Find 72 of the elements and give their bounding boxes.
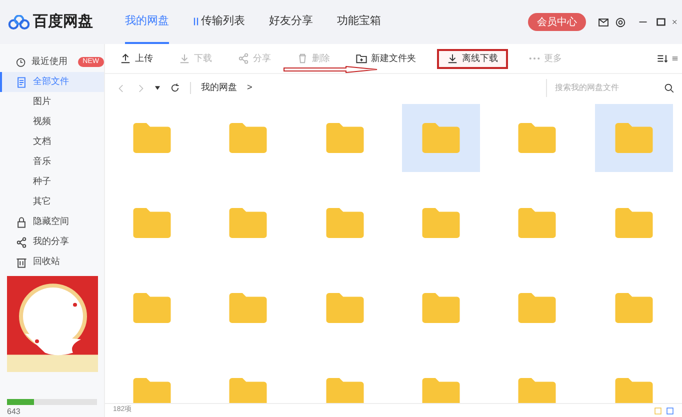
breadcrumb-separator: > bbox=[247, 81, 252, 94]
sidebar-item[interactable]: 其它 bbox=[0, 192, 104, 212]
nav-tab[interactable]: 功能宝箱 bbox=[337, 0, 381, 44]
folder-icon bbox=[133, 123, 171, 153]
toolbar-button[interactable]: 离线下载 bbox=[437, 48, 508, 68]
sidebar-item[interactable]: 视频 bbox=[0, 112, 104, 132]
sidebar-item[interactable]: 隐藏空间 bbox=[0, 212, 104, 232]
close-icon[interactable] bbox=[672, 17, 678, 27]
folder-icon bbox=[133, 293, 171, 323]
thumbnail-view-icon[interactable] bbox=[666, 406, 674, 414]
share-icon bbox=[16, 236, 27, 248]
more-icon bbox=[529, 57, 540, 60]
lock-icon bbox=[16, 216, 27, 228]
folder-icon bbox=[229, 293, 268, 323]
folder-icon bbox=[326, 208, 364, 238]
folder-item[interactable] bbox=[594, 104, 673, 172]
sidebar-item[interactable]: 种子 bbox=[0, 172, 104, 192]
nav-tab[interactable]: 传输列表 bbox=[193, 0, 245, 44]
forward-icon[interactable] bbox=[136, 84, 145, 92]
breadcrumb-path[interactable]: 我的网盘 bbox=[201, 81, 237, 95]
folder-icon bbox=[422, 208, 460, 238]
back-icon[interactable] bbox=[117, 84, 126, 92]
search-field[interactable]: 搜索我的网盘文件 bbox=[555, 82, 664, 94]
sidebar-item[interactable]: 图片 bbox=[0, 92, 104, 112]
dropdown-caret-icon[interactable] bbox=[155, 86, 160, 90]
folder-icon bbox=[614, 123, 653, 153]
sort-icon[interactable] bbox=[657, 53, 668, 64]
sidebar-item[interactable]: 音乐 bbox=[0, 152, 104, 172]
folder-icon bbox=[614, 208, 653, 238]
grid-view-icon[interactable] bbox=[654, 406, 662, 414]
folder-icon bbox=[229, 378, 268, 403]
document-icon bbox=[16, 76, 27, 88]
folder-icon bbox=[326, 123, 364, 153]
folder-icon bbox=[422, 293, 460, 323]
download-icon bbox=[179, 53, 190, 64]
settings-icon[interactable] bbox=[615, 16, 626, 28]
trash-icon bbox=[297, 53, 308, 64]
folder-icon bbox=[422, 378, 460, 403]
folder-icon bbox=[518, 378, 556, 403]
folder-icon bbox=[229, 208, 268, 238]
folder-icon bbox=[326, 293, 364, 323]
folder-icon bbox=[133, 378, 171, 403]
folder-icon bbox=[133, 208, 171, 238]
folder-icon bbox=[326, 378, 364, 403]
folder-item[interactable] bbox=[402, 104, 480, 172]
folder-plus-icon bbox=[356, 53, 367, 64]
trash-icon bbox=[16, 256, 27, 268]
search-icon[interactable] bbox=[664, 83, 674, 93]
sidebar-item[interactable]: 文档 bbox=[0, 132, 104, 152]
toolbar-button[interactable]: 新建文件夹 bbox=[351, 48, 421, 68]
folder-icon bbox=[614, 378, 653, 403]
app-name: 百度网盘 bbox=[33, 12, 93, 32]
folder-icon bbox=[614, 293, 653, 323]
sidebar-item[interactable]: 我的分享 bbox=[0, 232, 104, 252]
toolbar-button[interactable]: 上传 bbox=[115, 48, 158, 68]
clock-icon bbox=[16, 56, 26, 68]
refresh-icon[interactable] bbox=[170, 83, 180, 93]
maximize-icon[interactable] bbox=[656, 17, 666, 27]
folder-icon bbox=[518, 123, 556, 153]
folder-icon bbox=[422, 123, 460, 153]
folder-icon bbox=[229, 123, 268, 153]
mail-icon[interactable] bbox=[598, 16, 609, 28]
upload-icon bbox=[120, 53, 131, 64]
cloud-logo-icon bbox=[8, 14, 30, 30]
download-icon bbox=[447, 53, 458, 64]
sidebar-item[interactable]: 回收站 bbox=[0, 252, 104, 272]
folder-icon bbox=[518, 293, 556, 323]
vip-button[interactable]: 会员中心 bbox=[528, 13, 586, 31]
share-icon bbox=[238, 53, 249, 64]
folder-icon bbox=[518, 208, 556, 238]
storage-text: 643 bbox=[7, 407, 22, 417]
nav-tab[interactable]: 好友分享 bbox=[269, 0, 313, 44]
